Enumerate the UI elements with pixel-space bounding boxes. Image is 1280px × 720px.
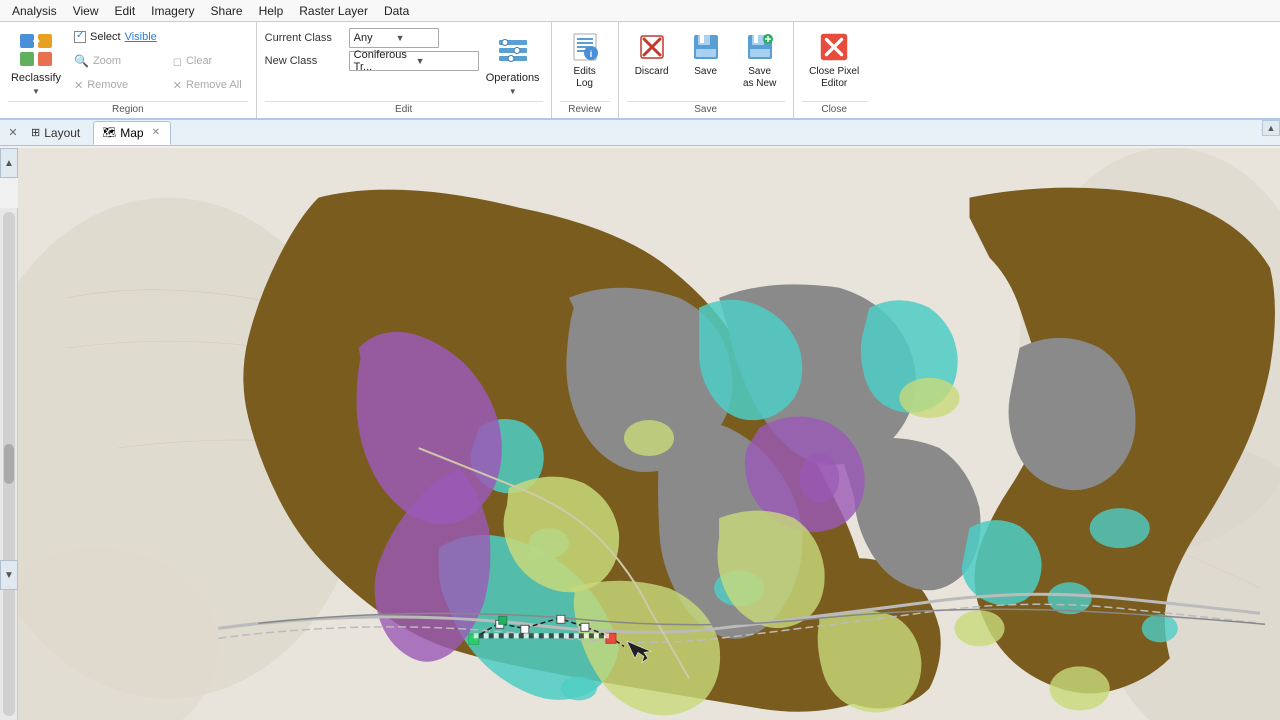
clear-button[interactable]: ◻ Clear: [167, 50, 248, 72]
menu-analysis[interactable]: Analysis: [4, 2, 65, 20]
nav-down-arrow[interactable]: ▼: [0, 560, 18, 590]
current-class-value: Any: [354, 32, 392, 44]
save-as-new-button[interactable]: Saveas New: [735, 26, 785, 92]
menu-imagery[interactable]: Imagery: [143, 2, 202, 20]
new-class-arrow: ▼: [416, 56, 474, 66]
current-class-row: Current Class Any ▼: [265, 28, 479, 48]
map-tab[interactable]: 🗺 Map ✕: [93, 121, 171, 145]
operations-label: Operations: [486, 72, 540, 85]
map-tab-icon: 🗺: [102, 126, 116, 139]
remove-all-label: Remove All: [186, 79, 242, 91]
save-as-new-label: Saveas New: [743, 66, 776, 90]
tab-bar: ✕ ⊞ Layout 🗺 Map ✕ ▼: [0, 120, 1280, 146]
svg-text:i: i: [589, 49, 592, 59]
select-label: Select: [90, 31, 121, 43]
save-label: Save: [694, 66, 717, 78]
map-tab-close[interactable]: ✕: [152, 127, 160, 138]
remove-all-icon: ✕: [173, 79, 182, 92]
reclassify-icon: [16, 30, 56, 70]
review-group: i Edits Log Review: [552, 22, 619, 118]
new-class-value: Coniferous Tr...: [354, 49, 412, 73]
close-pixel-editor-icon: [817, 30, 851, 64]
current-class-label: Current Class: [265, 32, 345, 44]
operations-chevron: ▼: [509, 87, 517, 96]
edits-log-button[interactable]: i Edits Log: [560, 26, 610, 92]
zoom-icon: 🔍: [74, 54, 89, 68]
edits-log-label: Edits Log: [574, 66, 596, 90]
visible-label: Visible: [125, 31, 157, 43]
menu-raster-layer[interactable]: Raster Layer: [291, 2, 376, 20]
save-as-new-icon: [743, 30, 777, 64]
clear-label: Clear: [186, 55, 212, 67]
region-group: Reclassify ▼ ✓ Select Visible 🔍 Zoom ✕: [0, 22, 257, 118]
edits-log-icon: i: [568, 30, 602, 64]
close-group-label: Close: [802, 101, 867, 118]
new-class-dropdown[interactable]: Coniferous Tr... ▼: [349, 51, 479, 71]
zoom-button[interactable]: 🔍 Zoom: [68, 50, 163, 72]
edit-group: Current Class Any ▼ New Class Coniferous…: [257, 22, 552, 118]
layout-tab[interactable]: ⊞ Layout: [22, 121, 91, 145]
reclassify-button[interactable]: Reclassify ▼: [8, 26, 64, 100]
menu-share[interactable]: Share: [203, 2, 251, 20]
save-group: Discard Save: [619, 22, 794, 118]
review-group-label: Review: [560, 101, 610, 118]
menu-data[interactable]: Data: [376, 2, 417, 20]
menu-help[interactable]: Help: [251, 2, 292, 20]
map-area[interactable]: [18, 148, 1280, 720]
save-group-label: Save: [627, 101, 785, 118]
region-controls: ✓ Select Visible 🔍 Zoom ✕ Remove: [68, 26, 163, 96]
reclassify-chevron: ▼: [32, 87, 40, 96]
select-visible-button[interactable]: ✓ Select Visible: [68, 26, 163, 48]
remove-icon: ✕: [74, 79, 83, 92]
discard-button[interactable]: Discard: [627, 26, 677, 80]
select-checkbox-icon: ✓: [74, 31, 86, 43]
clear-icon: ◻: [173, 55, 182, 68]
save-button[interactable]: Save: [681, 26, 731, 80]
close-group: Close PixelEditor Close: [794, 22, 875, 118]
reclassify-label: Reclassify: [11, 72, 61, 85]
operations-button[interactable]: Operations ▼: [483, 26, 543, 100]
layout-tab-icon: ⊞: [31, 126, 40, 139]
remove-button[interactable]: ✕ Remove: [68, 74, 163, 96]
discard-label: Discard: [635, 66, 669, 78]
ribbon: Reclassify ▼ ✓ Select Visible 🔍 Zoom ✕: [0, 22, 1280, 120]
nav-up-arrow[interactable]: ▲: [0, 148, 18, 178]
left-navigation: ▲ ▼: [0, 148, 18, 592]
new-class-label: New Class: [265, 55, 345, 67]
menu-view[interactable]: View: [65, 2, 107, 20]
edit-group-label: Edit: [265, 101, 543, 118]
current-class-arrow: ▼: [396, 33, 434, 43]
class-dropdowns: Current Class Any ▼ New Class Coniferous…: [265, 26, 479, 71]
remove-all-button[interactable]: ✕ Remove All: [167, 74, 248, 96]
zoom-label: Zoom: [93, 55, 121, 67]
save-icon: [689, 30, 723, 64]
remove-label: Remove: [87, 79, 128, 91]
map-canvas: [18, 148, 1280, 720]
operations-icon: [493, 30, 533, 70]
close-pixel-editor-label: Close PixelEditor: [809, 66, 859, 90]
discard-icon: [635, 30, 669, 64]
menu-bar: Analysis View Edit Imagery Share Help Ra…: [0, 0, 1280, 22]
region-group-label: Region: [8, 101, 248, 118]
ribbon-collapse-button[interactable]: ▲: [1262, 120, 1280, 136]
current-class-dropdown[interactable]: Any ▼: [349, 28, 439, 48]
menu-edit[interactable]: Edit: [106, 2, 143, 20]
new-class-row: New Class Coniferous Tr... ▼: [265, 51, 479, 71]
close-pixel-editor-button[interactable]: Close PixelEditor: [802, 26, 867, 92]
region-controls-2: ◻ Clear ✕ Remove All: [167, 26, 248, 96]
panel-close-button[interactable]: ✕: [4, 124, 22, 142]
layout-tab-label: Layout: [44, 126, 80, 140]
map-tab-label: Map: [120, 126, 143, 140]
